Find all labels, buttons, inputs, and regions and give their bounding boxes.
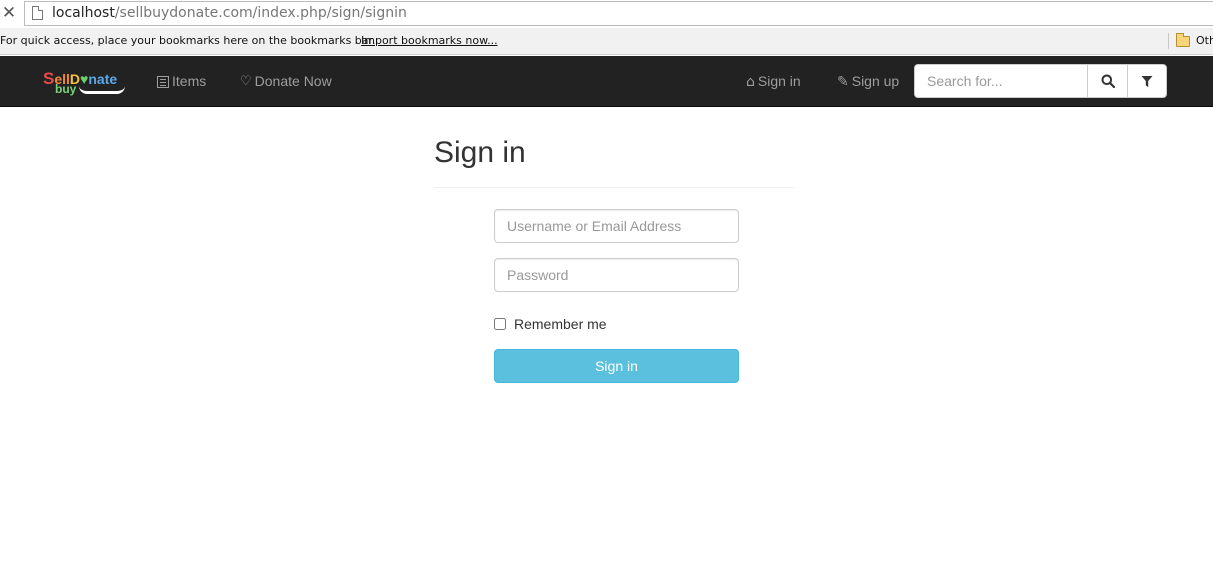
brand-swoosh bbox=[79, 86, 125, 94]
remember-me-checkbox[interactable] bbox=[494, 318, 506, 330]
stop-loading-button[interactable]: ✕ bbox=[0, 3, 18, 23]
list-icon bbox=[157, 76, 169, 89]
nav-donate-link[interactable]: ♡ Donate Now bbox=[240, 72, 332, 92]
brand-logo[interactable]: SellD♥nate buy bbox=[43, 69, 127, 97]
url-text: localhost/sellbuydonate.com/index.php/si… bbox=[52, 5, 407, 21]
nav-donate-label: Donate Now bbox=[254, 73, 332, 89]
nav-signup-label: Sign up bbox=[851, 73, 900, 89]
remember-me-label[interactable]: Remember me bbox=[514, 316, 607, 332]
url-path: /sellbuydonate.com/index.php/sign/signin bbox=[114, 5, 407, 21]
bookmarks-bar: For quick access, place your bookmarks h… bbox=[0, 28, 1213, 55]
username-field[interactable] bbox=[494, 209, 739, 243]
browser-address-row: ✕ localhost/sellbuydonate.com/index.php/… bbox=[0, 0, 1213, 28]
address-bar[interactable]: localhost/sellbuydonate.com/index.php/si… bbox=[24, 1, 1213, 26]
page-title: Sign in bbox=[434, 136, 526, 169]
nav-signup-link[interactable]: ✎ Sign up bbox=[837, 72, 899, 92]
top-navbar: SellD♥nate buy Items ♡ Donate Now ⌂ Sign i… bbox=[0, 56, 1213, 107]
other-bookmarks[interactable]: Oth bbox=[1196, 34, 1213, 47]
brand-buy: buy bbox=[55, 82, 77, 96]
heart-icon: ♡ bbox=[240, 74, 252, 90]
import-bookmarks-link[interactable]: Import bookmarks now... bbox=[361, 34, 498, 47]
nav-items-link[interactable]: Items bbox=[157, 72, 206, 92]
nav-signin-link[interactable]: ⌂ Sign in bbox=[746, 72, 801, 92]
bookmarks-hint: For quick access, place your bookmarks h… bbox=[0, 34, 376, 47]
nav-items-label: Items bbox=[172, 73, 207, 89]
filter-icon bbox=[1141, 75, 1153, 87]
title-divider bbox=[434, 187, 794, 188]
filter-button[interactable] bbox=[1127, 64, 1167, 98]
search-icon bbox=[1101, 74, 1115, 88]
url-host: localhost bbox=[52, 5, 115, 21]
signin-submit-button[interactable]: Sign in bbox=[494, 349, 739, 383]
bookmarks-divider bbox=[1168, 33, 1169, 49]
search-button[interactable] bbox=[1087, 64, 1128, 98]
home-icon: ⌂ bbox=[746, 74, 755, 91]
password-field[interactable] bbox=[494, 258, 739, 292]
nav-signin-label: Sign in bbox=[757, 73, 801, 89]
folder-icon bbox=[1176, 33, 1190, 47]
pencil-icon: ✎ bbox=[837, 74, 849, 91]
navbar-search-input[interactable] bbox=[914, 64, 1088, 98]
page-icon bbox=[32, 6, 43, 20]
